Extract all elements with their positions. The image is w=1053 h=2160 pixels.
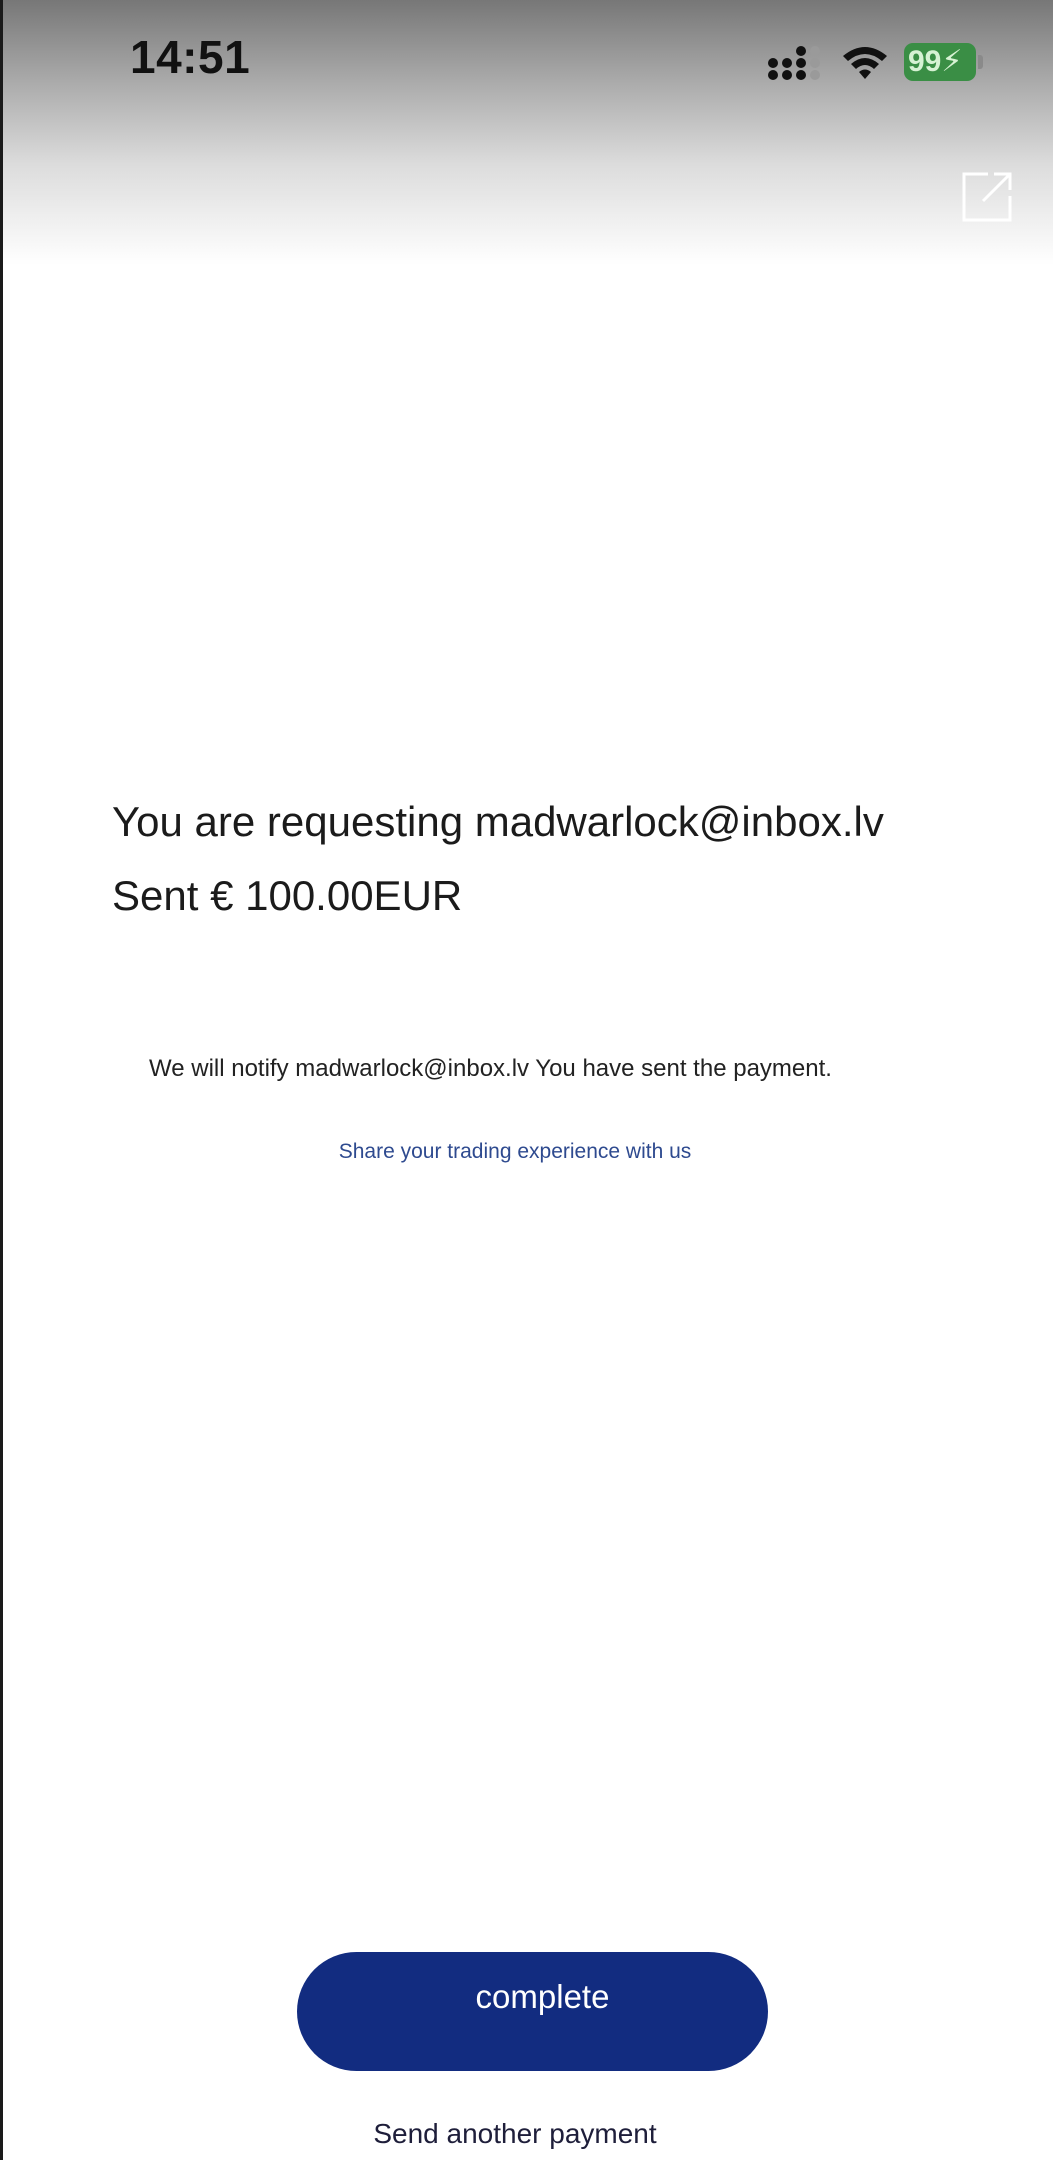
battery-level: 99⚡ <box>904 43 976 81</box>
status-time: 14:51 <box>130 31 251 83</box>
complete-button-label: complete <box>475 1978 610 2015</box>
notify-text: We will notify madwarlock@inbox.lv You h… <box>149 1055 832 1082</box>
request-line: You are requesting madwarlock@inbox.lv <box>112 798 884 845</box>
battery-icon: 99⚡ <box>904 43 986 81</box>
battery-nub <box>978 55 983 69</box>
charging-bolt-icon: ⚡ <box>941 45 963 78</box>
share-experience-link[interactable]: Share your trading experience with us <box>0 1140 1030 1164</box>
amount-line: Sent € 100.00EUR <box>112 872 463 919</box>
complete-button[interactable]: complete <box>297 1952 768 2071</box>
cellular-signal-icon <box>768 46 820 80</box>
screen-edge <box>0 0 3 2160</box>
wifi-icon <box>843 47 887 79</box>
payment-confirmation-screen: 14:51 99⚡ You are requesting madwarlock@… <box>0 0 1053 2160</box>
send-another-payment-link[interactable]: Send another payment <box>0 2118 1030 2150</box>
payment-summary: You are requesting madwarlock@inbox.lv S… <box>112 785 972 933</box>
external-share-icon[interactable] <box>958 168 1016 226</box>
